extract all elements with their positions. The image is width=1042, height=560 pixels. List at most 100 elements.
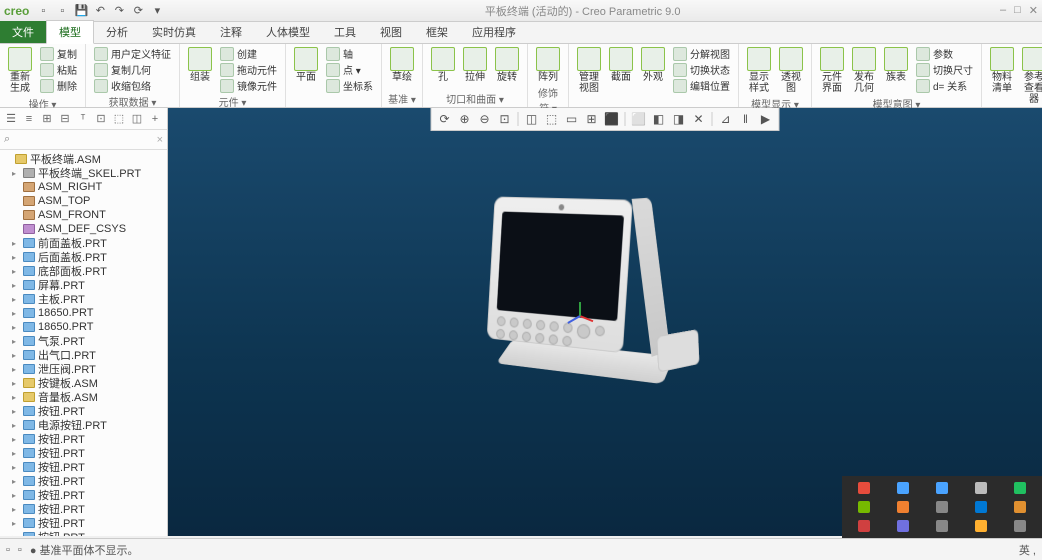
tree-node[interactable]: ▸按钮.PRT [0, 502, 167, 516]
view-tool-icon[interactable]: ▭ [563, 110, 581, 128]
tree-node[interactable]: ▸平板终端_SKEL.PRT [0, 166, 167, 180]
ribbon-btn-参数[interactable]: 参数 [914, 46, 975, 61]
tab-人体模型[interactable]: 人体模型 [254, 21, 322, 43]
tree-node[interactable]: ▸按钮.PRT [0, 404, 167, 418]
expand-icon[interactable]: ▸ [12, 351, 20, 360]
tree-node[interactable]: ▸出气口.PRT [0, 348, 167, 362]
tree-node[interactable]: ▸18650.PRT [0, 320, 167, 334]
expand-icon[interactable]: ▸ [12, 365, 20, 374]
tree-node[interactable]: 平板终端.ASM [0, 152, 167, 166]
system-tray-flyout[interactable] [842, 476, 1042, 538]
view-tool-icon[interactable]: ⬚ [543, 110, 561, 128]
tray-app-icon[interactable] [846, 519, 881, 534]
tray-app-icon[interactable] [885, 499, 920, 514]
tray-app-icon[interactable] [924, 499, 959, 514]
tab-框架[interactable]: 框架 [414, 21, 460, 43]
maximize-button[interactable]: □ [1014, 4, 1021, 17]
ribbon-btn-物料清单[interactable]: 物料清单 [988, 46, 1016, 95]
expand-icon[interactable]: ▸ [12, 435, 20, 444]
tree-node[interactable]: ▸按钮.PRT [0, 446, 167, 460]
expand-icon[interactable]: ▸ [12, 407, 20, 416]
ribbon-btn-族表[interactable]: 族表 [882, 46, 910, 84]
view-tool-icon[interactable]: ⊖ [476, 110, 494, 128]
tray-app-icon[interactable] [924, 480, 959, 495]
tray-app-icon[interactable] [846, 480, 881, 495]
ribbon-btn-管理视图[interactable]: 管理视图 [575, 46, 603, 95]
tree-tool-icon[interactable]: ≡ [21, 111, 37, 127]
view-tool-icon[interactable]: ◧ [650, 110, 668, 128]
tree-node[interactable]: ASM_TOP [0, 194, 167, 208]
ribbon-btn-镜像元件[interactable]: 镜像元件 [218, 78, 279, 93]
expand-icon[interactable]: ▸ [12, 253, 20, 262]
tray-app-icon[interactable] [885, 480, 920, 495]
expand-icon[interactable]: ▸ [12, 337, 20, 346]
tray-app-icon[interactable] [846, 499, 881, 514]
view-tool-icon[interactable]: ▶ [757, 110, 775, 128]
graphics-viewport[interactable]: ⟳⊕⊖⊡◫⬚▭⊞⬛⬜◧◨✕⊿‖▶ [168, 108, 1042, 536]
tree-tool-icon[interactable]: ☰ [3, 111, 19, 127]
view-tool-icon[interactable]: ‖ [737, 110, 755, 128]
tree-node[interactable]: ▸按键板.ASM [0, 376, 167, 390]
tree-tool-icon[interactable]: ⬚ [111, 111, 127, 127]
tree-tool-icon[interactable]: + [147, 111, 163, 127]
tree-node[interactable]: ▸底部面板.PRT [0, 264, 167, 278]
ribbon-btn-坐标系[interactable]: 坐标系 [324, 78, 375, 93]
ribbon-btn-删除[interactable]: 删除 [38, 78, 79, 93]
ribbon-btn-用户定义特征[interactable]: 用户定义特征 [92, 46, 173, 61]
tree-node[interactable]: ▸主板.PRT [0, 292, 167, 306]
ribbon-btn-显示样式[interactable]: 显示样式 [745, 46, 773, 95]
expand-icon[interactable]: ▸ [12, 295, 20, 304]
qat-regen-icon[interactable]: ⟳ [130, 3, 146, 19]
tree-node[interactable]: ▸音量板.ASM [0, 390, 167, 404]
expand-icon[interactable]: ▸ [12, 169, 20, 178]
tray-app-icon[interactable] [924, 519, 959, 534]
ribbon-btn-轴[interactable]: 轴 [324, 46, 375, 61]
ribbon-btn-外观[interactable]: 外观 [639, 46, 667, 84]
tray-app-icon[interactable] [964, 519, 999, 534]
ribbon-btn-草绘[interactable]: 草绘 [388, 46, 416, 84]
ribbon-btn-分解视图[interactable]: 分解视图 [671, 46, 732, 61]
tree-node[interactable]: ▸按钮.PRT [0, 488, 167, 502]
expand-icon[interactable]: ▸ [12, 309, 20, 318]
view-tool-icon[interactable]: ◫ [523, 110, 541, 128]
ribbon-btn-点 ▾[interactable]: 点 ▾ [324, 62, 375, 77]
ribbon-btn-切换状态[interactable]: 切换状态 [671, 62, 732, 77]
ribbon-btn-切换尺寸[interactable]: 切换尺寸 [914, 62, 975, 77]
tray-app-icon[interactable] [1003, 499, 1038, 514]
ribbon-btn-重新生成[interactable]: 重新生成 [6, 46, 34, 95]
ribbon-btn-组装[interactable]: 组装 [186, 46, 214, 84]
expand-icon[interactable]: ▸ [12, 533, 20, 537]
model-tree[interactable]: 平板终端.ASM▸平板终端_SKEL.PRTASM_RIGHTASM_TOPAS… [0, 150, 167, 536]
ribbon-btn-元件界面[interactable]: 元件界面 [818, 46, 846, 95]
tree-node[interactable]: ▸按钮.PRT [0, 530, 167, 536]
tree-node[interactable]: ▸按钮.PRT [0, 460, 167, 474]
tree-node[interactable]: ▸后面盖板.PRT [0, 250, 167, 264]
tray-app-icon[interactable] [1003, 480, 1038, 495]
ribbon-btn-d= 关系[interactable]: d= 关系 [914, 78, 975, 93]
expand-icon[interactable]: ▸ [12, 463, 20, 472]
tree-node[interactable]: ▸气泵.PRT [0, 334, 167, 348]
expand-icon[interactable]: ▸ [12, 449, 20, 458]
ribbon-btn-旋转[interactable]: 旋转 [493, 46, 521, 84]
tree-node[interactable]: ▸按钮.PRT [0, 516, 167, 530]
ribbon-btn-孔[interactable]: 孔 [429, 46, 457, 84]
tree-tool-icon[interactable]: ⊡ [93, 111, 109, 127]
tree-node[interactable]: ▸屏幕.PRT [0, 278, 167, 292]
expand-icon[interactable]: ▸ [12, 519, 20, 528]
ribbon-btn-发布几何[interactable]: 发布几何 [850, 46, 878, 95]
qat-undo-icon[interactable]: ↶ [92, 3, 108, 19]
tray-app-icon[interactable] [1003, 519, 1038, 534]
expand-icon[interactable]: ▸ [12, 379, 20, 388]
tray-app-icon[interactable] [964, 480, 999, 495]
tree-tool-icon[interactable]: ⊟ [57, 111, 73, 127]
view-tool-icon[interactable]: ⟳ [436, 110, 454, 128]
tab-文件[interactable]: 文件 [0, 21, 46, 43]
tree-node[interactable]: ASM_FRONT [0, 208, 167, 222]
ribbon-btn-阵列[interactable]: 阵列 [534, 46, 562, 84]
tree-tool-icon[interactable]: ᵀ [75, 111, 91, 127]
view-tool-icon[interactable]: ⬛ [603, 110, 621, 128]
view-tool-icon[interactable]: ⊕ [456, 110, 474, 128]
minimize-button[interactable]: – [1000, 4, 1006, 17]
tab-分析[interactable]: 分析 [94, 21, 140, 43]
ribbon-btn-复制几何[interactable]: 复制几何 [92, 62, 173, 77]
